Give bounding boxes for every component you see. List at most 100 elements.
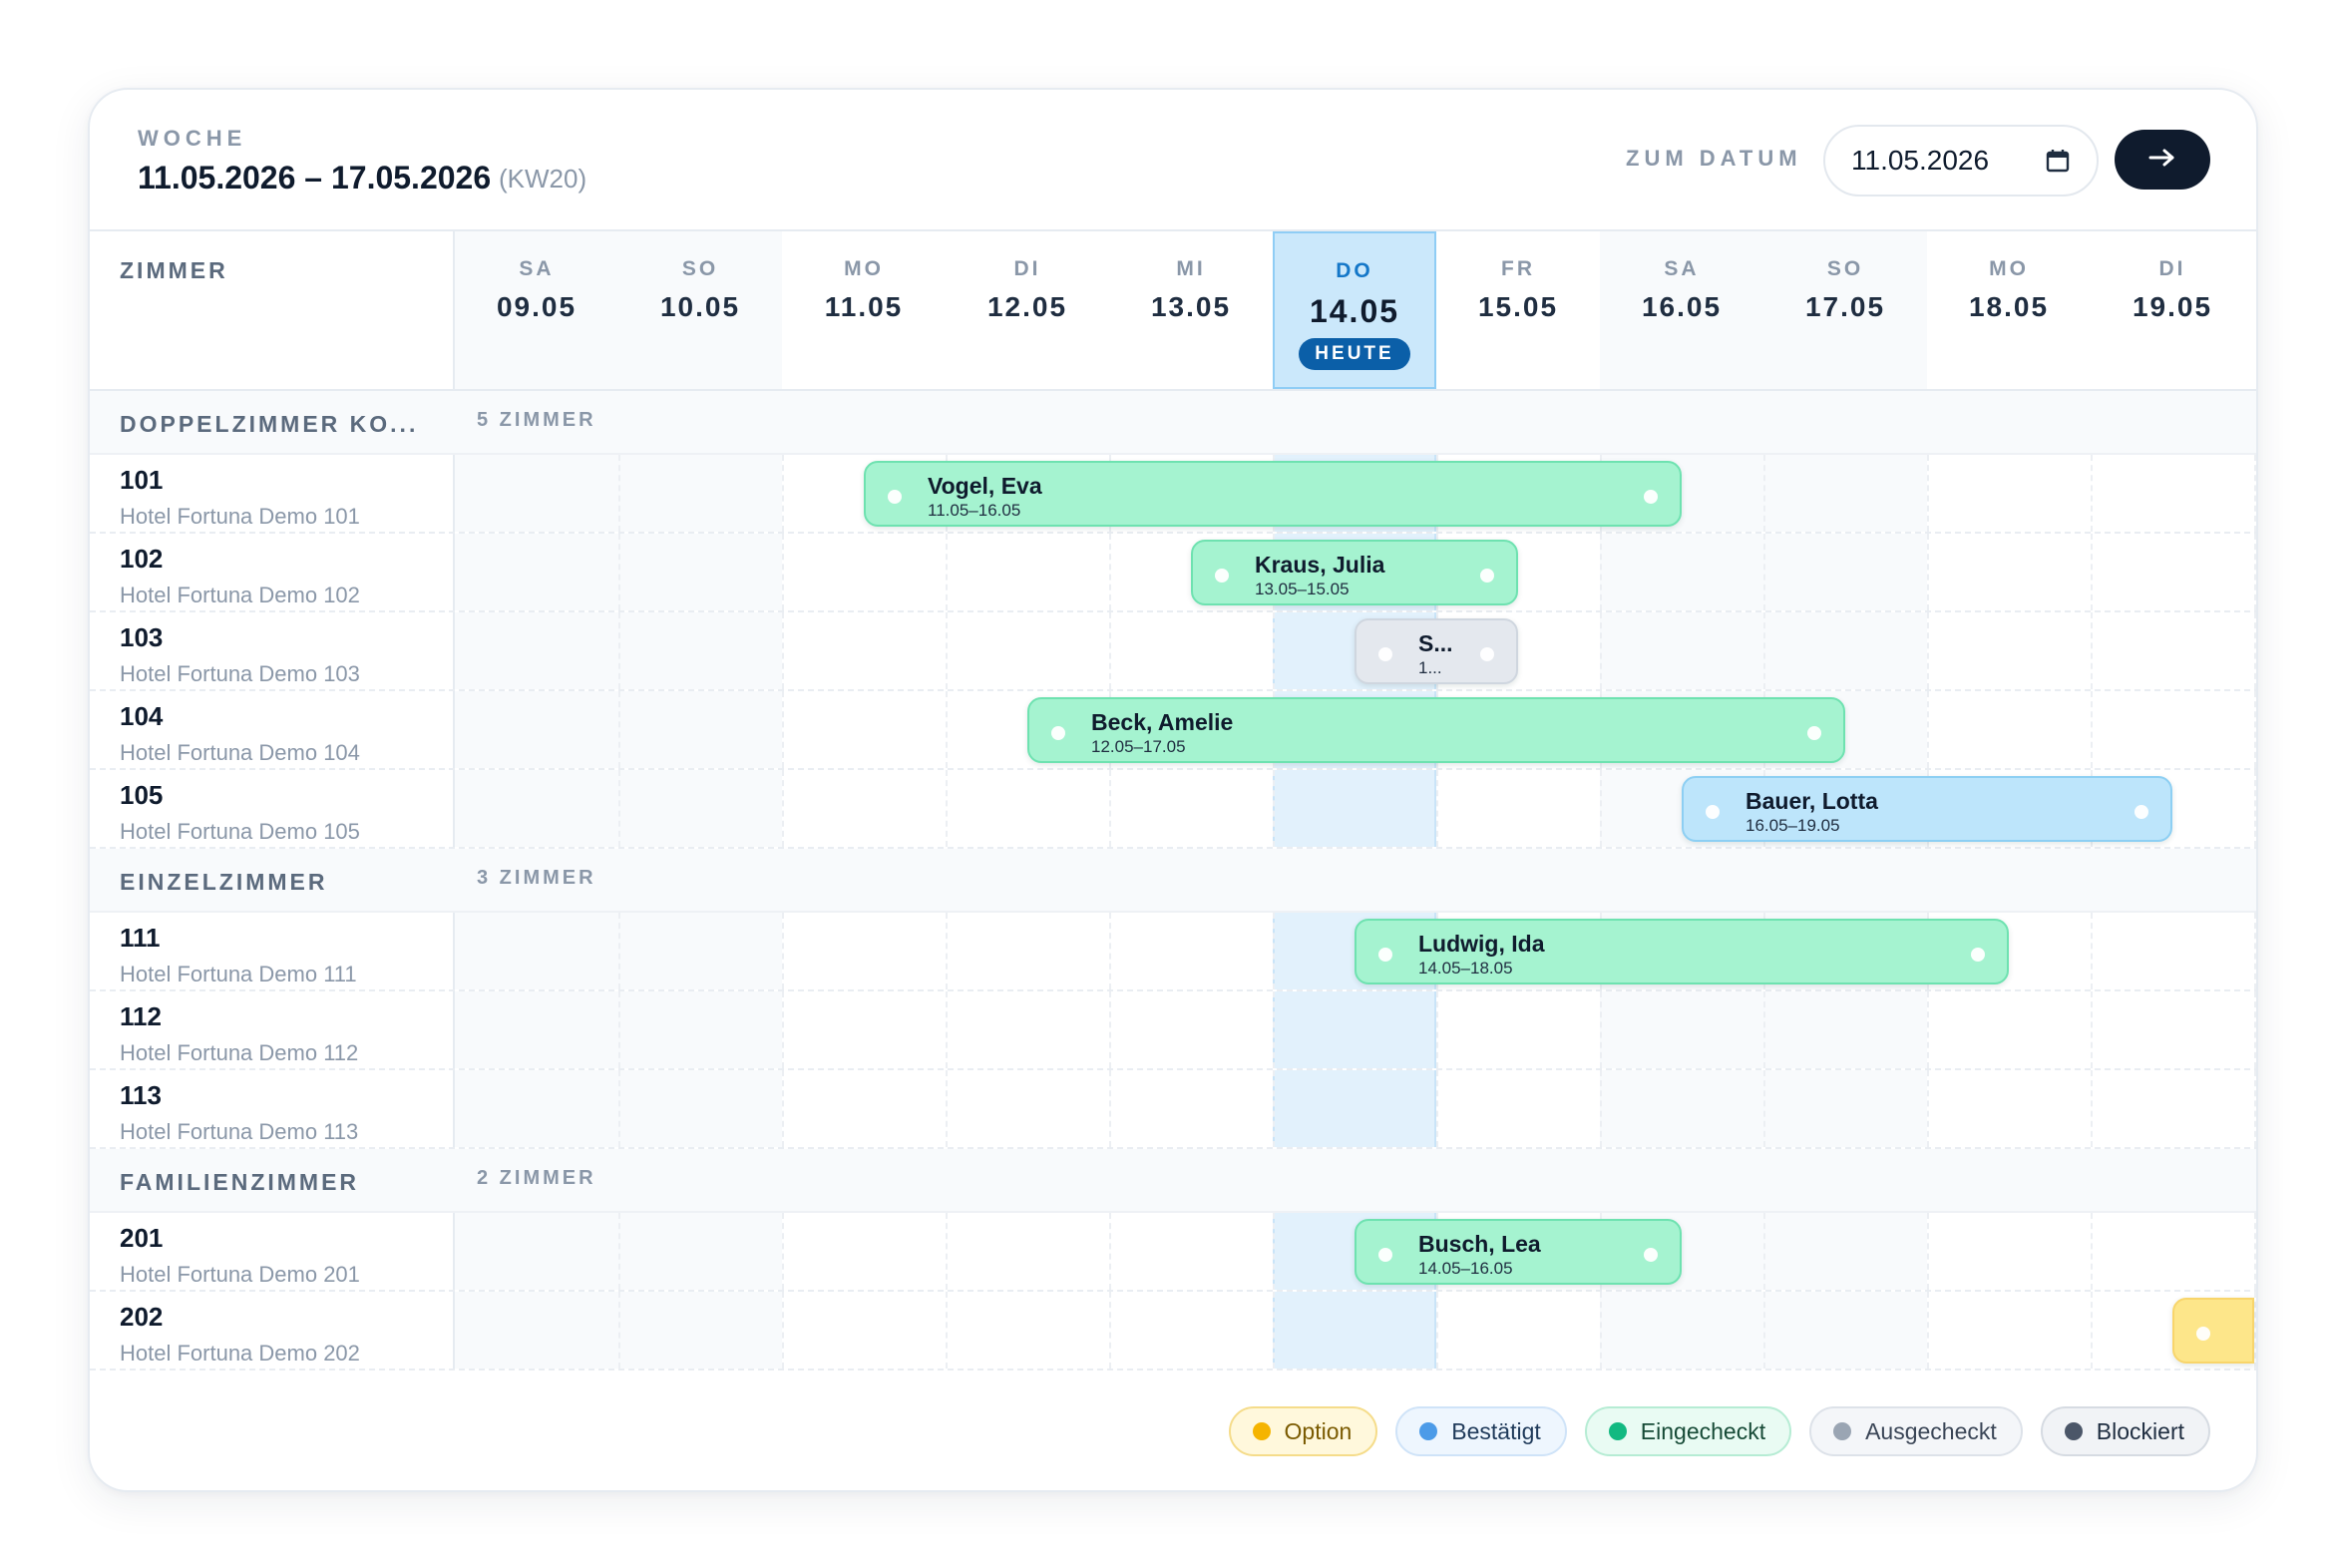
booking-end-dot [1644,490,1658,504]
weekend-column [618,1292,782,1369]
weekend-column [618,691,782,768]
grid-line [1927,612,1929,689]
booking-bar[interactable]: S... 1... [1355,618,1518,684]
grid-line [2254,1213,2256,1290]
weekend-column [618,991,782,1068]
booking-bar[interactable]: Ludwig, Ida 14.05–18.05 [1355,919,2009,984]
weekend-column [455,1213,618,1290]
booking-dates: 14.05–18.05 [1418,959,1513,978]
grid-line [946,1213,948,1290]
booking-guest-name: Beck, Amelie [1091,709,1234,735]
legend-item[interactable]: Ausgecheckt [1809,1406,2023,1456]
grid-line [946,770,948,847]
legend-label: Eingecheckt [1640,1417,1766,1444]
room-number: 113 [120,1080,162,1110]
room-cell[interactable]: 112 Hotel Fortuna Demo 112 [90,991,455,1068]
date-input[interactable]: 11.05.2026 [1823,125,2099,196]
day-header: MO 11.05 [782,231,946,389]
weekend-column [455,1292,618,1369]
room-row: 113 Hotel Fortuna Demo 113 [90,1070,2256,1149]
grid-line [1763,1213,1765,1290]
room-cell[interactable]: 111 Hotel Fortuna Demo 111 [90,913,455,989]
legend-item[interactable]: Option [1228,1406,1378,1456]
grid-line [2091,534,2093,610]
booking-start-dot [1378,1248,1392,1262]
calendar-header: WOCHE 11.05.2026 – 17.05.2026 (KW20) ZUM… [90,90,2256,229]
grid-line [618,1292,620,1369]
room-cell[interactable]: 102 Hotel Fortuna Demo 102 [90,534,455,610]
room-hotel-name: Hotel Fortuna Demo 113 [120,1119,359,1144]
room-cell[interactable]: 202 Hotel Fortuna Demo 202 [90,1292,455,1369]
room-hotel-name: Hotel Fortuna Demo 103 [120,661,360,686]
room-number: 101 [120,465,164,495]
room-cell[interactable]: 104 Hotel Fortuna Demo 104 [90,691,455,768]
booking-bar[interactable]: Busch, Lea 14.05–16.05 [1355,1219,1682,1285]
day-date: 11.05 [824,291,904,322]
room-hotel-name: Hotel Fortuna Demo 202 [120,1341,360,1366]
grid-line [2254,691,2256,768]
room-number: 112 [120,1001,162,1031]
day-date: 14.05 [1309,293,1400,329]
go-to-date-button[interactable] [2115,130,2210,190]
grid-line [1927,455,1929,532]
calendar-icon[interactable] [2045,148,2071,174]
legend-item[interactable]: Bestätigt [1395,1406,1567,1456]
weekend-column [1763,455,1927,532]
weekend-column [618,913,782,989]
grid-line [782,770,784,847]
booking-guest-name: Kraus, Julia [1255,552,1385,578]
grid-line [1763,534,1765,610]
grid-line [2091,913,2093,989]
grid-line [618,770,620,847]
room-cell[interactable]: 105 Hotel Fortuna Demo 105 [90,770,455,847]
weekend-column [1600,1292,1763,1369]
grid-line [2091,1213,2093,1290]
grid-line [2254,1070,2256,1147]
weekend-column [1600,612,1763,689]
room-cell[interactable]: 103 Hotel Fortuna Demo 103 [90,612,455,689]
room-group-row: DOPPELZIMMER KO... 5 ZIMMER [90,391,2256,455]
booking-bar[interactable]: Beck, Amelie 12.05–17.05 [1027,697,1845,763]
grid-line [618,612,620,689]
weekend-column [618,770,782,847]
legend-item[interactable]: Blockiert [2040,1406,2210,1456]
booking-dates: 14.05–16.05 [1418,1259,1513,1278]
grid-line [1273,991,1275,1068]
room-group-name: EINZELZIMMER [120,869,328,895]
day-of-week: SO [1826,257,1864,280]
grid-line [1763,455,1765,532]
grid-line [1927,1292,1929,1369]
room-cell[interactable]: 101 Hotel Fortuna Demo 101 [90,455,455,532]
weekend-column [1600,534,1763,610]
grid-line [1273,1070,1275,1147]
booking-bar[interactable]: Vogel, Eva 11.05–16.05 [864,461,1682,527]
legend-item[interactable]: Eingecheckt [1584,1406,1792,1456]
legend-label: Ausgecheckt [1865,1417,1997,1444]
booking-bar[interactable]: Bauer, Lotta 16.05–19.05 [1682,776,2172,842]
weekend-column [455,1070,618,1147]
today-column [1273,1292,1436,1369]
day-date: 19.05 [2132,291,2213,322]
day-date: 18.05 [1968,291,2050,322]
room-number: 102 [120,544,164,574]
weekend-column [455,612,618,689]
week-number: (KW20) [499,164,587,194]
room-cell[interactable]: 201 Hotel Fortuna Demo 201 [90,1213,455,1290]
booking-bar[interactable]: Kraus, Julia 13.05–15.05 [1191,540,1518,605]
day-of-week: DI [2158,257,2186,280]
booking-end-dot [1480,569,1494,583]
weekend-column [455,455,618,532]
booking-bar[interactable] [2172,1298,2254,1364]
grid-line [618,691,620,768]
weekend-column [1763,534,1927,610]
room-group-count: 3 ZIMMER [477,867,596,889]
day-date: 10.05 [659,291,741,322]
grid-line [2091,991,2093,1068]
day-date: 09.05 [496,291,578,322]
room-hotel-name: Hotel Fortuna Demo 105 [120,819,360,844]
day-header: SA 16.05 [1600,231,1763,389]
grid-line [1109,612,1111,689]
room-cell[interactable]: 113 Hotel Fortuna Demo 113 [90,1070,455,1147]
room-group-row: EINZELZIMMER 3 ZIMMER [90,849,2256,913]
booking-start-dot [1378,948,1392,962]
